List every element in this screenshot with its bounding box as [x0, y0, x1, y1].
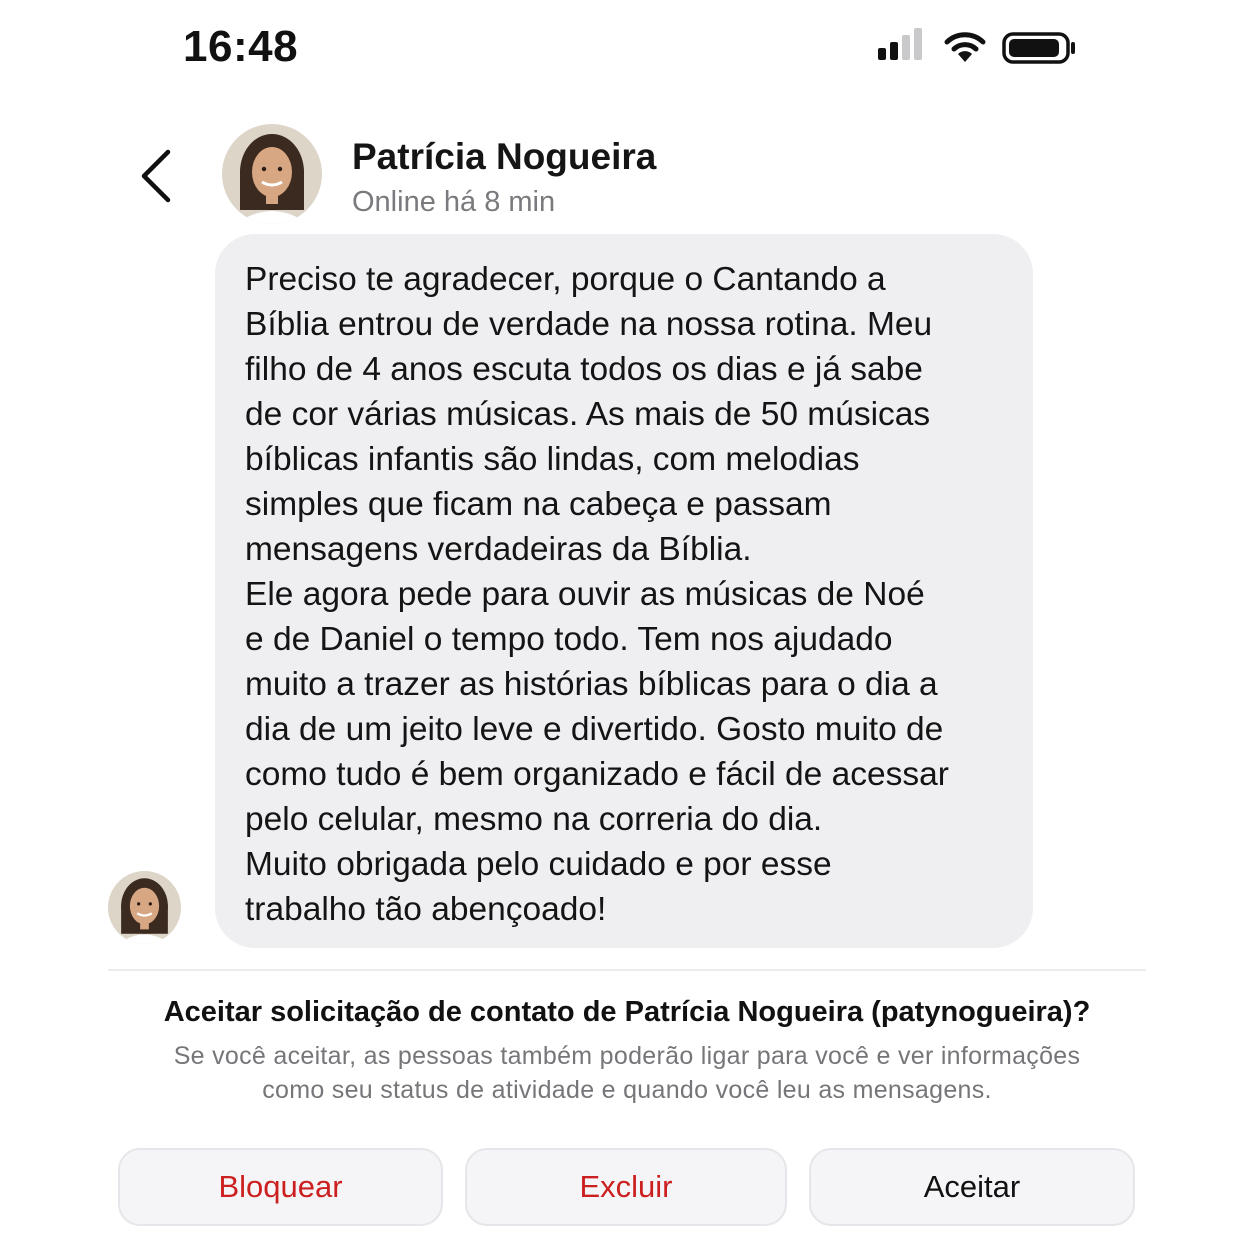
status-icons [878, 28, 1078, 68]
sender-avatar[interactable] [108, 871, 181, 944]
status-time: 16:48 [183, 22, 299, 71]
contact-status: Online há 8 min [352, 186, 556, 218]
battery-icon [1002, 32, 1075, 64]
wifi-icon [944, 32, 986, 62]
contact-name[interactable]: Patrícia Nogueira [352, 136, 656, 178]
request-title: Aceitar solicitação de contato de Patríc… [163, 996, 1091, 1028]
contact-avatar[interactable] [222, 124, 322, 224]
request-description: Se você aceitar, as pessoas também poder… [173, 1042, 1081, 1104]
message-bubble[interactable]: Preciso te agradecer, porque o Cantando … [215, 234, 1033, 948]
divider [108, 969, 1146, 971]
chevron-left-icon[interactable] [136, 148, 176, 204]
message-text: Preciso te agradecer, porque o Cantando … [245, 261, 949, 928]
block-button[interactable]: Bloquear [118, 1148, 443, 1226]
delete-button[interactable]: Excluir [465, 1148, 787, 1226]
accept-button[interactable]: Aceitar [809, 1148, 1135, 1226]
